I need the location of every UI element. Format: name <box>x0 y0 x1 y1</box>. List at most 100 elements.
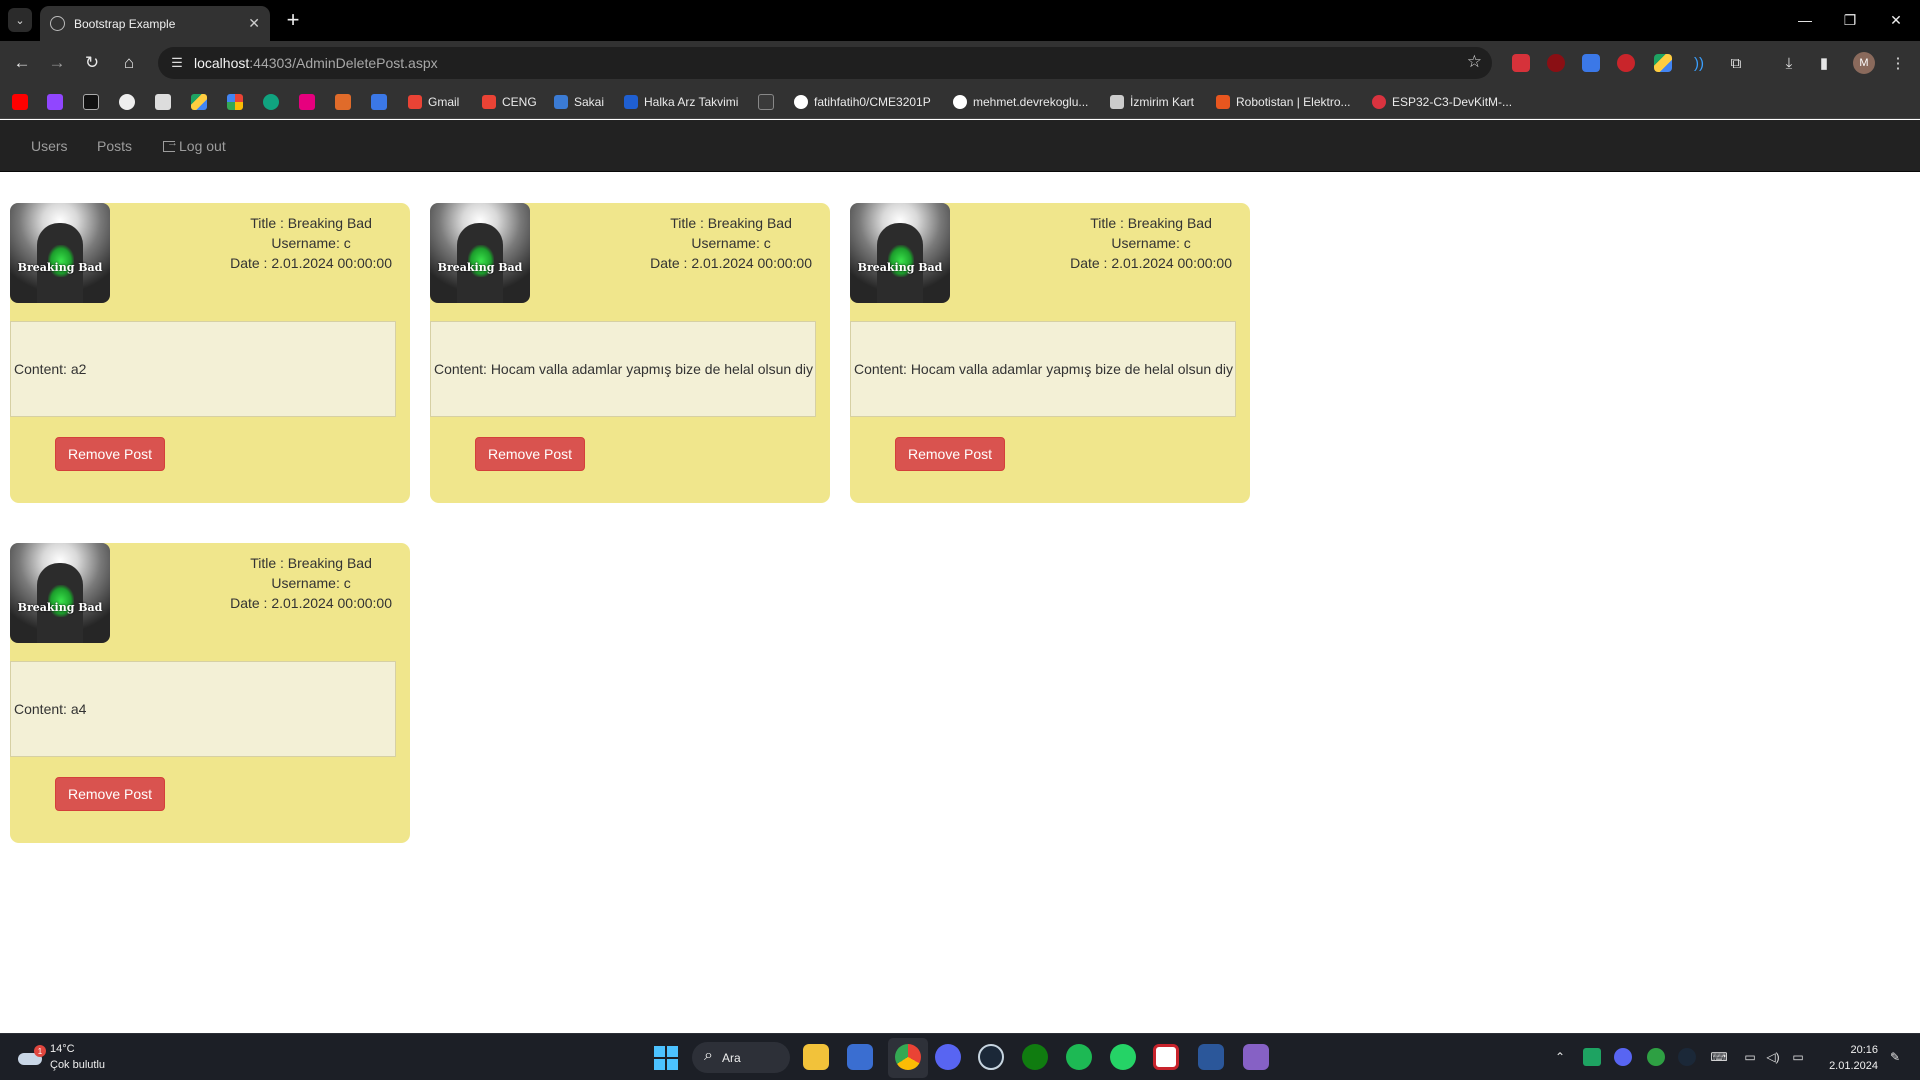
side-panel-icon[interactable]: ▮ <box>1813 52 1835 74</box>
address-bar[interactable]: ☰ localhost:44303/AdminDeletePost.aspx ☆ <box>158 47 1492 79</box>
extensions-puzzle-icon[interactable]: ⧉ <box>1725 52 1747 74</box>
remove-post-button[interactable]: Remove Post <box>55 437 165 471</box>
tray-chevron-up-icon[interactable]: ⌃ <box>1551 1048 1569 1066</box>
x-icon[interactable] <box>83 94 99 110</box>
post-title: Title : Breaking Bad <box>250 215 372 231</box>
url-host: localhost <box>194 55 250 71</box>
t-extension-icon[interactable] <box>1617 54 1635 72</box>
url-text[interactable]: localhost:44303/AdminDeletePost.aspx <box>194 55 438 71</box>
steam-icon[interactable] <box>978 1044 1004 1070</box>
network-icon[interactable]: ▭ <box>1741 1048 1759 1066</box>
browser-tabbar: ⌄ Bootstrap Example ✕ + — ❐ ✕ <box>0 0 1920 41</box>
post-meta: Title : Breaking Bad Username: c Date : … <box>1070 213 1232 273</box>
keyboard-icon[interactable]: ⌨ <box>1710 1048 1728 1066</box>
volume-icon[interactable]: ◁) <box>1764 1048 1782 1066</box>
bookmark-gmail[interactable]: Gmail <box>408 93 459 111</box>
reload-icon[interactable]: ↻ <box>78 49 106 77</box>
translate-extension-icon[interactable] <box>1582 54 1600 72</box>
twitch-icon[interactable] <box>47 94 63 110</box>
browser-tab[interactable]: Bootstrap Example ✕ <box>40 6 270 41</box>
menu-kebab-icon[interactable]: ⋮ <box>1887 52 1909 74</box>
gmail-extension-icon[interactable] <box>1512 54 1530 72</box>
post-title: Title : Breaking Bad <box>1090 215 1212 231</box>
translate-icon[interactable] <box>371 94 387 110</box>
robotistan-icon <box>1216 95 1230 109</box>
tray-green-icon[interactable] <box>1647 1048 1665 1066</box>
drive-icon[interactable] <box>191 94 207 110</box>
tray-discord-icon[interactable] <box>1614 1048 1632 1066</box>
discord-icon[interactable] <box>935 1044 961 1070</box>
youtube-icon[interactable] <box>12 94 28 110</box>
restore-icon[interactable]: ❐ <box>1836 8 1864 32</box>
home-icon[interactable]: ⌂ <box>115 49 143 77</box>
post-card: Breaking Bad Title : Breaking Bad Userna… <box>10 543 410 843</box>
post-date: Date : 2.01.2024 00:00:00 <box>230 595 392 611</box>
bookmark-izmirim-kart[interactable]: İzmirim Kart <box>1110 93 1194 111</box>
spotify-icon[interactable] <box>1066 1044 1092 1070</box>
battery-icon[interactable]: ▭ <box>1789 1048 1807 1066</box>
nav-logout-link[interactable]: Log out <box>163 137 226 154</box>
screen-icon[interactable] <box>758 94 774 110</box>
new-tab-button[interactable]: + <box>280 7 306 33</box>
bookmark-label: Halka Arz Takvimi <box>644 95 739 109</box>
bookmark-label: Gmail <box>428 95 460 109</box>
site-navbar: Users Posts Log out <box>0 120 1920 172</box>
weather-temperature: 14°C <box>50 1043 75 1055</box>
clock-date: 2.01.2024 <box>1829 1060 1878 1072</box>
minimize-icon[interactable]: — <box>1791 8 1819 32</box>
weather-widget[interactable]: 1 <box>18 1045 46 1067</box>
ublock-extension-icon[interactable] <box>1547 54 1565 72</box>
start-windows-icon[interactable] <box>654 1046 678 1070</box>
taskbar-clock[interactable]: 20:16 2.01.2024 <box>1822 1042 1878 1074</box>
post-date: Date : 2.01.2024 00:00:00 <box>230 255 392 271</box>
taskbar-search[interactable]: Ara <box>692 1042 790 1073</box>
remove-post-button[interactable]: Remove Post <box>895 437 1005 471</box>
chatgpt-icon[interactable] <box>263 94 279 110</box>
github-icon[interactable] <box>119 94 135 110</box>
pe-icon[interactable] <box>335 94 351 110</box>
bookmark-star-icon[interactable]: ☆ <box>1467 52 1482 72</box>
chrome-icon[interactable] <box>895 1044 921 1070</box>
nav-users-link[interactable]: Users <box>31 138 68 154</box>
word-icon[interactable] <box>1198 1044 1224 1070</box>
tray-drive-icon[interactable] <box>1583 1048 1601 1066</box>
page-viewport: Users Posts Log out Breaking Bad Title :… <box>0 120 1920 1033</box>
tab-close-icon[interactable]: ✕ <box>248 15 260 32</box>
xbox-icon[interactable] <box>1022 1044 1048 1070</box>
tab-list-chevron-icon[interactable]: ⌄ <box>8 8 32 32</box>
post-username: Username: c <box>1111 235 1191 251</box>
post-username: Username: c <box>271 575 351 591</box>
bookmark-esp32[interactable]: ESP32-C3-DevKitM-... <box>1372 93 1512 111</box>
file-explorer-icon[interactable] <box>803 1044 829 1070</box>
store-icon[interactable] <box>847 1044 873 1070</box>
drive-extension-icon[interactable] <box>1654 54 1672 72</box>
profile-avatar[interactable]: M <box>1853 52 1875 74</box>
forward-arrow-icon[interactable]: → <box>43 49 71 77</box>
bookmark-halka-arz[interactable]: Halka Arz Takvimi <box>624 93 738 111</box>
whatsapp-icon[interactable] <box>1110 1044 1136 1070</box>
bookmark-devrekoglu[interactable]: mehmet.devrekoglu... <box>953 93 1088 111</box>
visual-studio-icon[interactable] <box>1243 1044 1269 1070</box>
nav-posts-link[interactable]: Posts <box>97 138 132 154</box>
bookmark-robotistan[interactable]: Robotistan | Elektro... <box>1216 93 1351 111</box>
gmail-icon <box>408 95 422 109</box>
post-content: Content: a4 <box>10 661 396 757</box>
back-arrow-icon[interactable]: ← <box>8 49 36 77</box>
read-aloud-icon[interactable]: )) <box>1688 52 1710 74</box>
tab-title: Bootstrap Example <box>74 16 176 31</box>
snipping-tool-icon[interactable] <box>1153 1044 1179 1070</box>
remove-post-button[interactable]: Remove Post <box>475 437 585 471</box>
photos-icon[interactable] <box>227 94 243 110</box>
podcast-icon[interactable] <box>299 94 315 110</box>
site-info-icon[interactable]: ☰ <box>166 52 188 74</box>
gmail-icon <box>482 95 496 109</box>
remove-post-button[interactable]: Remove Post <box>55 777 165 811</box>
window-close-icon[interactable]: ✕ <box>1882 8 1910 32</box>
tray-steam-icon[interactable] <box>1678 1048 1696 1066</box>
download-icon[interactable]: ⤓ <box>1778 52 1800 74</box>
notification-bell-icon[interactable]: ✎ <box>1886 1048 1904 1066</box>
bookmark-sakai[interactable]: Sakai <box>554 93 604 111</box>
database-icon[interactable] <box>155 94 171 110</box>
bookmark-ceng[interactable]: CENG <box>482 93 537 111</box>
bookmark-github-repo[interactable]: fatihfatih0/CME3201P <box>794 93 931 111</box>
